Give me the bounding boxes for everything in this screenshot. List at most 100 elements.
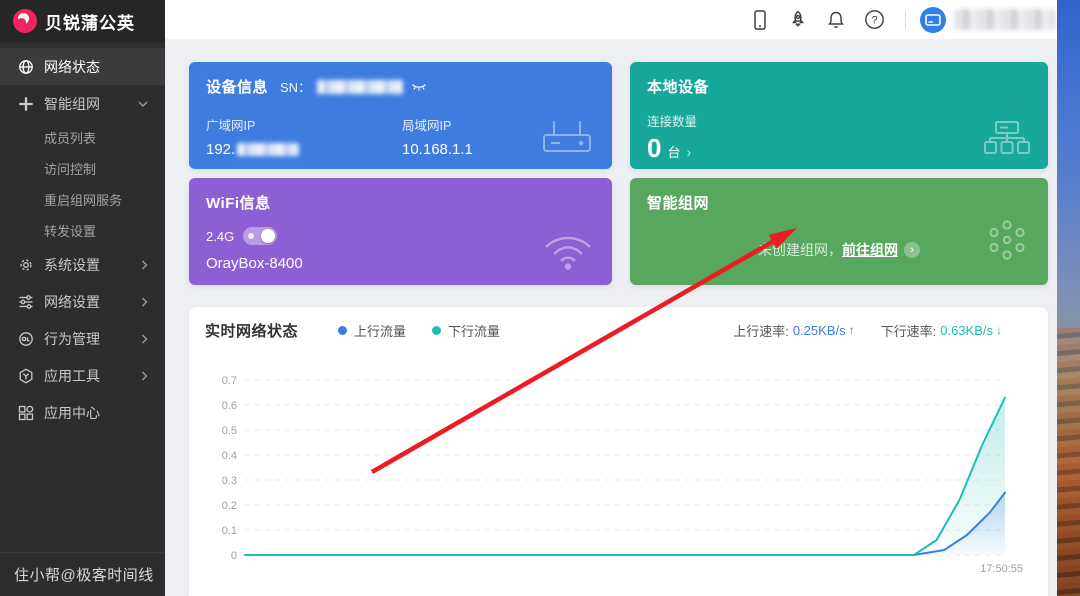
sidebar-item-app-center[interactable]: 应用中心 bbox=[0, 394, 165, 431]
tools-icon bbox=[18, 368, 34, 384]
sidebar-item-restart-networking-service[interactable]: 重启组网服务 bbox=[0, 184, 165, 215]
local-card-title: 本地设备 bbox=[647, 79, 709, 96]
chevron-right-icon bbox=[141, 297, 148, 307]
account-name-redacted[interactable] bbox=[954, 9, 1056, 30]
sidebar-item-behavior-management[interactable]: 行为管理 bbox=[0, 320, 165, 357]
rocket-icon[interactable] bbox=[787, 9, 809, 31]
sidebar-item-label: 转发设置 bbox=[44, 221, 96, 240]
svg-text:?: ? bbox=[871, 15, 877, 27]
behavior-icon bbox=[18, 331, 34, 347]
sidebar-item-forwarding-settings[interactable]: 转发设置 bbox=[0, 215, 165, 246]
sidebar-footer-watermark: 住小帮@极客时间线 bbox=[0, 552, 165, 596]
sidebar-nav: 网络状态智能组网成员列表访问控制重启组网服务转发设置系统设置网络设置行为管理应用… bbox=[0, 48, 165, 431]
junction-icon bbox=[18, 96, 34, 112]
up-arrow-icon: ↑ bbox=[849, 323, 855, 337]
svg-text:0.3: 0.3 bbox=[222, 475, 237, 487]
mobile-phone-icon[interactable] bbox=[749, 9, 771, 31]
sidebar-item-label: 访问控制 bbox=[44, 159, 96, 178]
sidebar-item-access-control[interactable]: 访问控制 bbox=[0, 153, 165, 184]
sidebar-item-label: 成员列表 bbox=[44, 128, 96, 147]
gear-icon bbox=[18, 257, 34, 273]
svg-text:0: 0 bbox=[231, 550, 237, 562]
legend-item-download[interactable]: 下行流量 bbox=[432, 321, 500, 340]
lan-column: 局域网IP 10.168.1.1 bbox=[402, 115, 473, 158]
router-icon bbox=[540, 119, 594, 155]
sidebar-item-label: 网络设置 bbox=[44, 292, 100, 312]
wifi-signal-icon bbox=[542, 231, 594, 271]
oray-logo-icon bbox=[13, 9, 37, 33]
lan-ip-label: 局域网IP bbox=[402, 115, 473, 134]
sidebar-item-label: 重启组网服务 bbox=[44, 190, 122, 209]
legend-dot-icon bbox=[432, 326, 441, 335]
chevron-right-icon bbox=[141, 371, 148, 381]
sidebar-item-network-status[interactable]: 网络状态 bbox=[0, 48, 165, 85]
upload-rate: 上行速率: 0.25KB/s ↑ bbox=[733, 321, 854, 340]
sidebar-item-network-settings[interactable]: 网络设置 bbox=[0, 283, 165, 320]
upload-rate-label: 上行速率: bbox=[733, 321, 789, 340]
svg-text:0.6: 0.6 bbox=[222, 400, 237, 412]
wifi-band-label: 2.4G bbox=[206, 229, 234, 244]
connection-count-value: 0 bbox=[647, 133, 661, 164]
sidebar-item-system-settings[interactable]: 系统设置 bbox=[0, 246, 165, 283]
legend-item-upload[interactable]: 上行流量 bbox=[338, 321, 406, 340]
lan-ip-value: 10.168.1.1 bbox=[402, 141, 473, 158]
wan-ip-redacted bbox=[237, 143, 299, 156]
sidebar-item-label: 应用中心 bbox=[44, 403, 100, 423]
device-info-card: 设备信息 SN： 广域网IP 192. 局域网IP 10.168.1.1 bbox=[189, 62, 612, 169]
device-card-title: 设备信息 bbox=[206, 76, 268, 97]
logo: 贝锐蒲公英 bbox=[0, 0, 165, 42]
sidebar-item-label: 网络状态 bbox=[44, 57, 100, 77]
smart-networking-card: 智能组网 未创建组网， 前往组网 › bbox=[630, 178, 1048, 285]
router-admin-app: 贝锐蒲公英 网络状态智能组网成员列表访问控制重启组网服务转发设置系统设置网络设置… bbox=[0, 0, 1080, 596]
realtime-network-panel: 实时网络状态 上行流量下行流量 上行速率: 0.25KB/s ↑ 下行速率: 0… bbox=[189, 307, 1048, 596]
legend-label: 上行流量 bbox=[354, 321, 406, 340]
sidebar: 贝锐蒲公英 网络状态智能组网成员列表访问控制重启组网服务转发设置系统设置网络设置… bbox=[0, 0, 165, 596]
sidebar-item-smart-networking[interactable]: 智能组网 bbox=[0, 85, 165, 122]
molecule-network-icon bbox=[984, 217, 1030, 263]
notification-bell-icon[interactable] bbox=[825, 9, 847, 31]
legend-label: 下行流量 bbox=[448, 321, 500, 340]
chart-legend: 上行流量 下行流量 bbox=[338, 321, 526, 340]
svg-text:0.4: 0.4 bbox=[222, 450, 237, 462]
chevron-down-icon bbox=[138, 100, 148, 107]
sidebar-item-label: 应用工具 bbox=[44, 366, 100, 386]
sn-value-redacted bbox=[317, 80, 403, 94]
chevron-right-icon: › bbox=[686, 144, 691, 160]
sliders-icon bbox=[18, 294, 34, 310]
sidebar-item-app-tools[interactable]: 应用工具 bbox=[0, 357, 165, 394]
go-networking-badge-icon[interactable]: › bbox=[904, 242, 920, 258]
eye-closed-icon[interactable] bbox=[411, 82, 427, 92]
download-rate-label: 下行速率: bbox=[881, 321, 937, 340]
globe-icon bbox=[18, 59, 34, 75]
wan-column: 广域网IP 192. bbox=[206, 115, 299, 158]
svg-text:0.2: 0.2 bbox=[222, 500, 237, 512]
sidebar-item-member-list[interactable]: 成员列表 bbox=[0, 122, 165, 153]
down-arrow-icon: ↓ bbox=[996, 323, 1002, 337]
svg-text:0.7: 0.7 bbox=[222, 375, 237, 387]
sn-label: SN： bbox=[280, 77, 311, 96]
networking-status-text: 未创建组网， bbox=[758, 240, 842, 260]
wan-ip-label: 广域网IP bbox=[206, 115, 299, 134]
help-icon[interactable]: ? bbox=[863, 9, 885, 31]
wifi-info-card: WiFi信息 2.4G OrayBox-8400 bbox=[189, 178, 612, 285]
account-avatar[interactable] bbox=[920, 7, 946, 33]
local-devices-card: 本地设备 连接数量 0 台 › bbox=[630, 62, 1048, 169]
sidebar-item-label: 系统设置 bbox=[44, 255, 100, 275]
svg-text:0.5: 0.5 bbox=[222, 425, 237, 437]
upload-rate-value: 0.25KB/s bbox=[793, 323, 846, 338]
download-rate-value: 0.63KB/s bbox=[940, 323, 993, 338]
legend-dot-icon bbox=[338, 326, 347, 335]
svg-text:0.1: 0.1 bbox=[222, 525, 237, 537]
desktop-wallpaper bbox=[1057, 0, 1080, 596]
chevron-right-icon bbox=[141, 334, 148, 344]
sidebar-item-label: 智能组网 bbox=[44, 94, 100, 114]
sidebar-item-label: 行为管理 bbox=[44, 329, 100, 349]
go-networking-link[interactable]: 前往组网 bbox=[842, 240, 898, 260]
download-rate: 下行速率: 0.63KB/s ↓ bbox=[881, 321, 1002, 340]
logo-text: 贝锐蒲公英 bbox=[45, 9, 135, 34]
wifi-toggle[interactable] bbox=[243, 227, 277, 245]
wifi-card-title: WiFi信息 bbox=[206, 195, 271, 212]
topology-icon bbox=[984, 121, 1030, 155]
rate-indicators: 上行速率: 0.25KB/s ↑ 下行速率: 0.63KB/s ↓ bbox=[707, 307, 1002, 353]
apps-icon bbox=[18, 405, 34, 421]
